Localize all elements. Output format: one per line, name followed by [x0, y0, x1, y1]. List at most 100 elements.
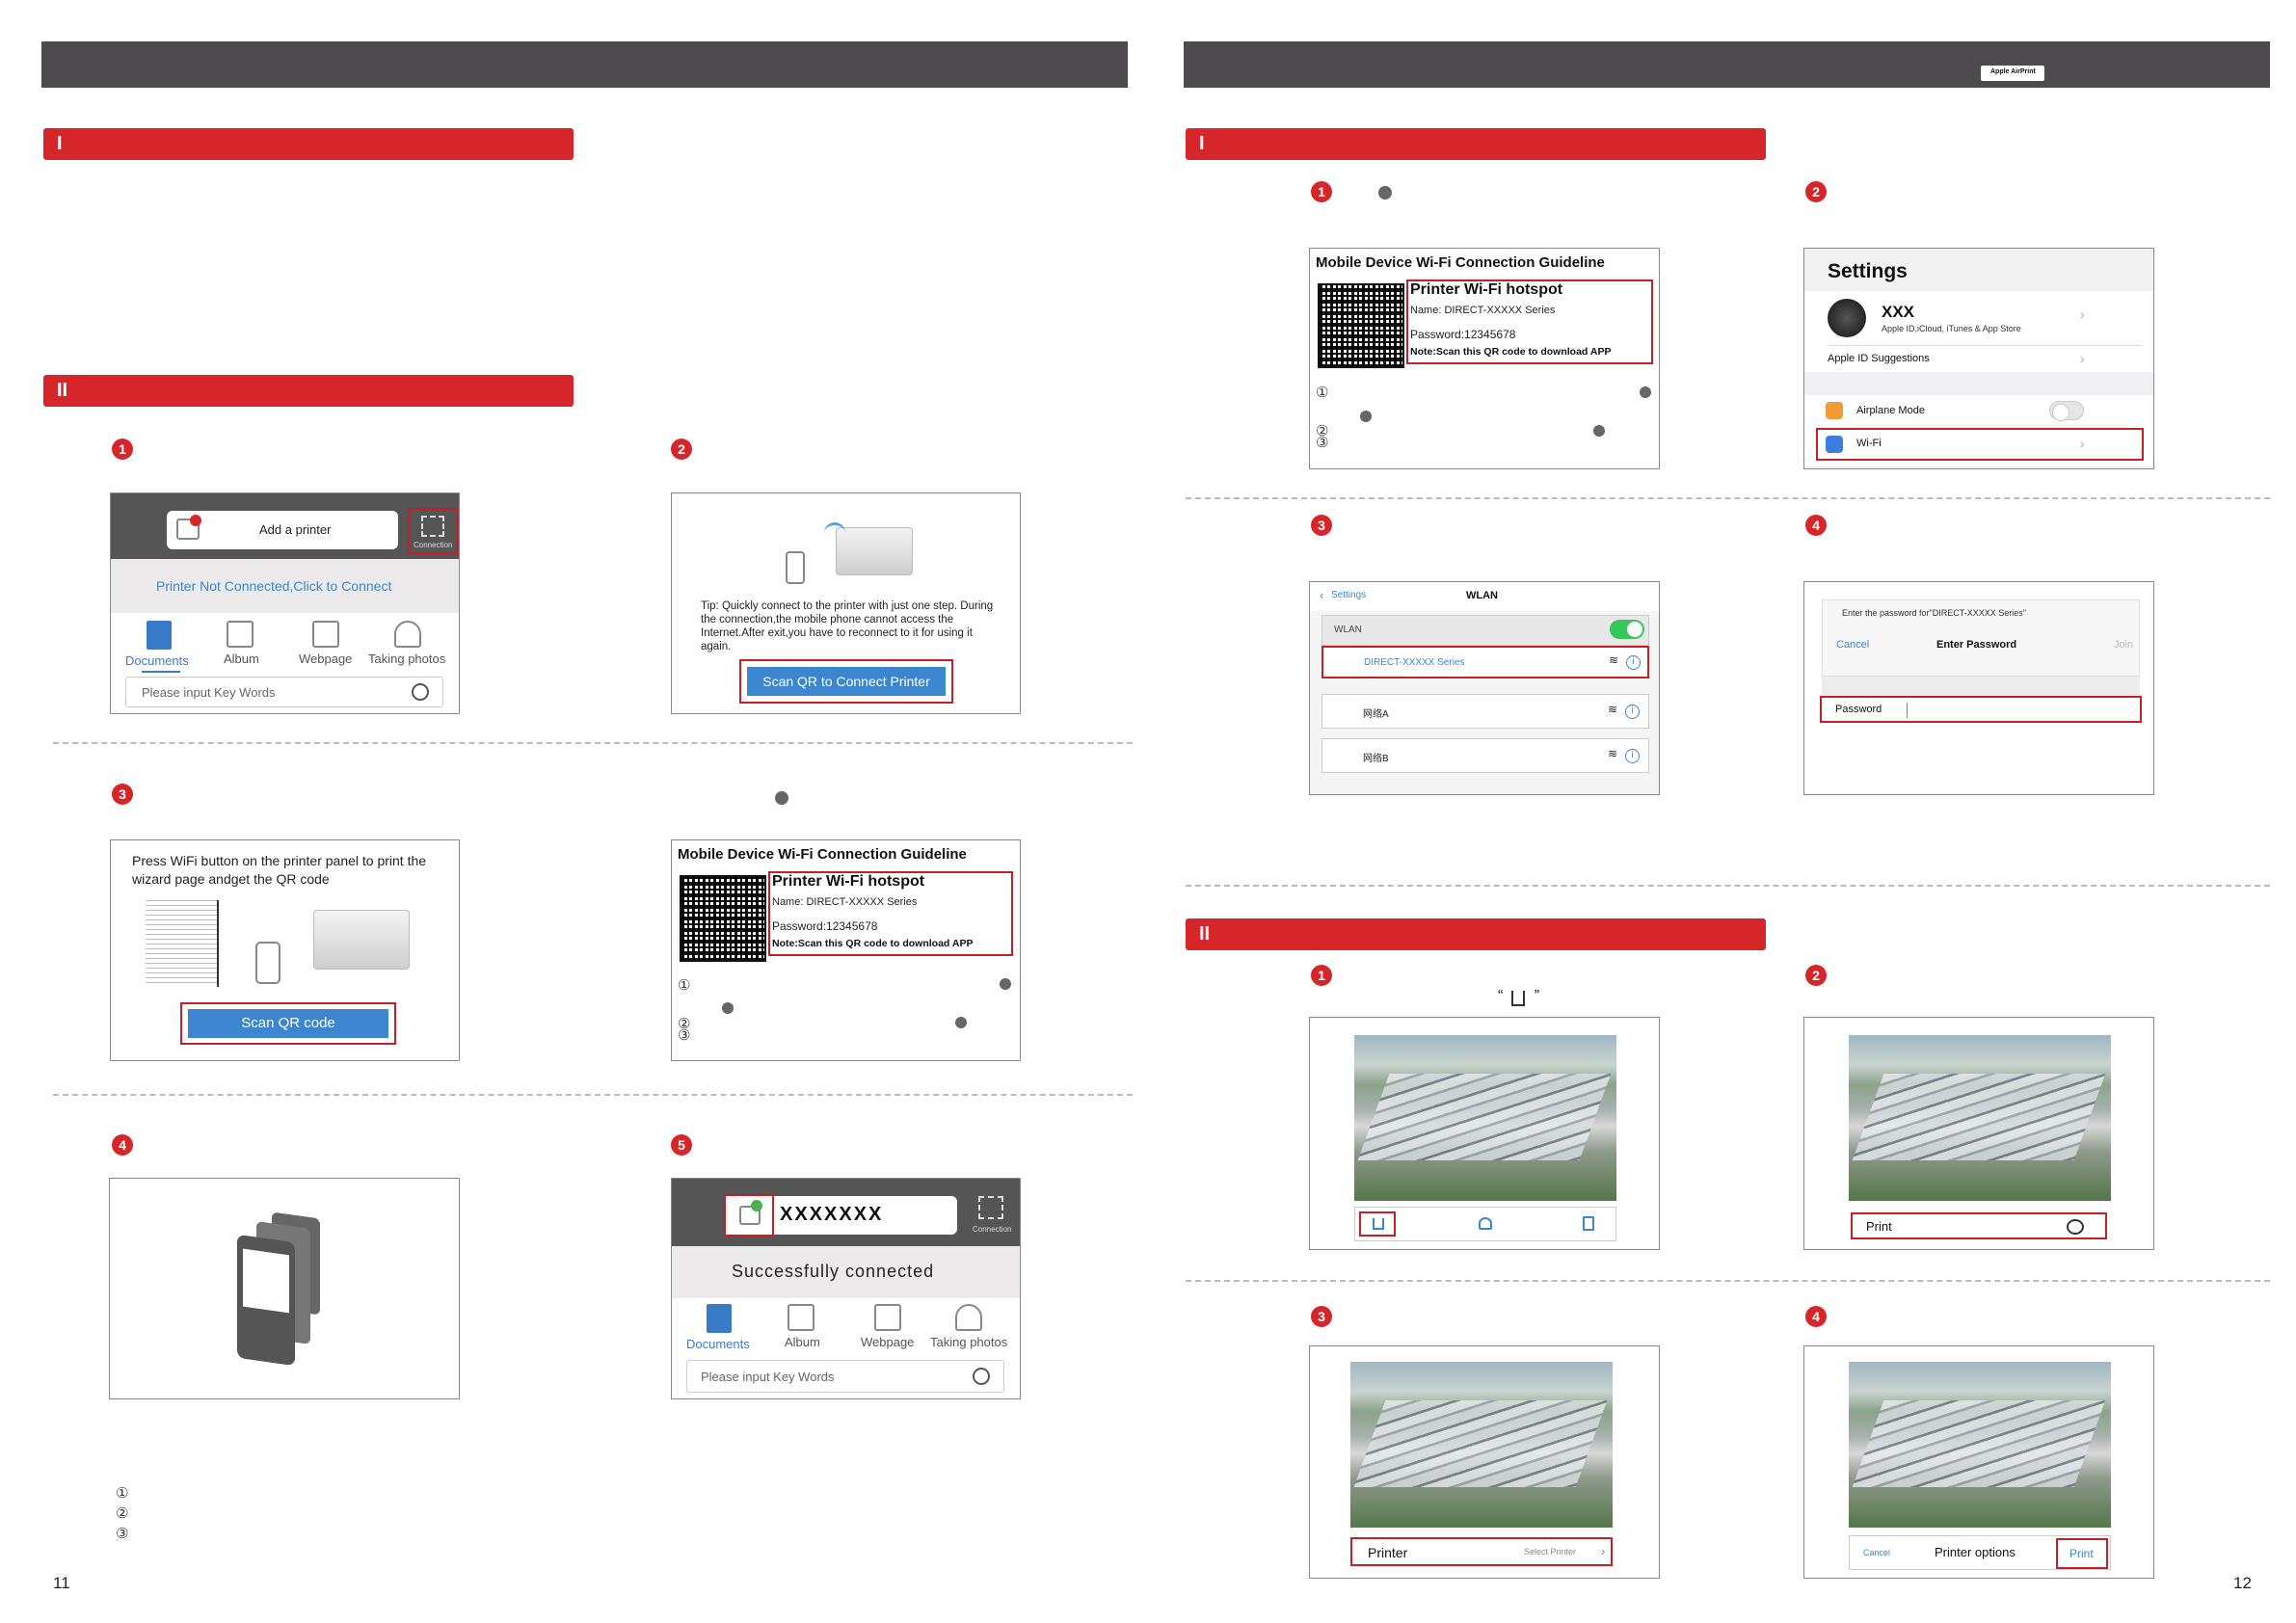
hotspot-note: Note:Scan this QR code to download APP — [1410, 346, 1612, 358]
wlan-toggle[interactable] — [1610, 620, 1644, 639]
guide-title: Mobile Device Wi-Fi Connection Guideline — [1316, 254, 1605, 271]
section-label: I — [57, 133, 63, 154]
select-printer-link[interactable]: Select Printer — [1524, 1547, 1576, 1556]
status-strip[interactable]: Printer Not Connected,Click to Connect — [111, 559, 459, 613]
factory-buildings — [1357, 1074, 1612, 1160]
step-number: 2 — [671, 439, 692, 460]
printer-status-icon-box[interactable] — [724, 1194, 774, 1237]
airplane-mode-toggle[interactable] — [2049, 401, 2084, 421]
network-row[interactable]: 网络B ≋ i — [1322, 738, 1649, 773]
wifi-icon — [722, 1002, 734, 1014]
phone-front — [237, 1234, 295, 1367]
webpage-icon[interactable] — [312, 621, 339, 648]
left-header-bar — [41, 41, 1128, 88]
album-icon[interactable] — [788, 1304, 814, 1331]
info-icon[interactable]: i — [1626, 655, 1641, 670]
cancel-button[interactable]: Cancel — [1836, 639, 1869, 651]
printer-name: XXXXXXX — [780, 1204, 884, 1225]
password-dialog-screen: Enter the password for"DIRECT-XXXXX Seri… — [1803, 581, 2154, 795]
webpage-icon[interactable] — [874, 1304, 901, 1331]
wifi-signal-icon: ≋ — [1608, 747, 1618, 760]
wifi-icon — [955, 1017, 967, 1028]
search-input[interactable]: Please input Key Words — [686, 1360, 1004, 1393]
tab-album[interactable]: Album — [224, 652, 259, 666]
factory-buildings — [1852, 1074, 2106, 1160]
connection-label: Connection — [973, 1225, 1012, 1234]
documents-icon[interactable] — [147, 621, 172, 650]
back-button[interactable]: Settings — [1331, 590, 1366, 600]
right-section-2-bar: II — [1186, 918, 1766, 950]
tab-taking-photos[interactable]: Taking photos — [930, 1335, 1007, 1349]
settings-header: Settings — [1804, 249, 2153, 291]
camera-icon[interactable] — [955, 1304, 982, 1331]
printer-select-row[interactable]: Printer Select Printer › — [1350, 1537, 1613, 1566]
connected-check-icon — [751, 1200, 762, 1211]
dialog-title: Enter Password — [1936, 639, 2017, 651]
scan-qr-connect-button[interactable]: Scan QR to Connect Printer — [747, 667, 946, 696]
search-icon[interactable] — [412, 683, 429, 701]
apple-id-suggestions[interactable]: Apple ID Suggestions — [1828, 353, 1930, 364]
trash-icon[interactable] — [1583, 1216, 1594, 1231]
add-printer-button[interactable]: Add a printer — [167, 511, 398, 549]
password-field[interactable]: Password — [1820, 696, 2142, 723]
section-label: I — [1199, 133, 1205, 154]
network-row[interactable]: 网络A ≋ i — [1322, 694, 1649, 729]
hotspot-note: Note:Scan this QR code to download APP — [772, 938, 974, 949]
step-number: 1 — [1311, 965, 1332, 986]
network-name: 网络A — [1363, 709, 1389, 720]
step-number: 3 — [1311, 1306, 1332, 1327]
hotspot-name: Name: DIRECT-XXXXX Series — [772, 896, 918, 908]
cancel-button[interactable]: Cancel — [1863, 1548, 1890, 1557]
app-top-bar: Add a printer Connection — [111, 493, 459, 559]
search-icon[interactable] — [973, 1368, 990, 1385]
join-button[interactable]: Join — [2114, 639, 2133, 651]
options-bar: Cancel Printer options Print — [1849, 1535, 2111, 1570]
info-icon[interactable]: i — [1625, 749, 1640, 763]
search-input[interactable]: Please input Key Words — [125, 677, 443, 707]
scan-qr-button[interactable]: Scan QR code — [188, 1009, 388, 1038]
connection-button[interactable]: Connection — [408, 508, 458, 554]
step-number: 4 — [112, 1134, 133, 1156]
factory-buildings — [1353, 1400, 1608, 1487]
camera-icon[interactable] — [394, 621, 421, 648]
info-icon[interactable]: i — [1625, 705, 1640, 719]
connected-status: Successfully connected — [732, 1262, 935, 1281]
print-row[interactable]: Print — [1851, 1212, 2107, 1239]
tab-documents[interactable]: Documents — [125, 653, 189, 668]
hotspot-password: Password:12345678 — [772, 919, 878, 933]
step-number: 1 — [1311, 181, 1332, 202]
tab-webpage[interactable]: Webpage — [861, 1335, 914, 1349]
share-quotes: “ ” — [1498, 988, 1554, 1004]
tab-taking-photos[interactable]: Taking photos — [368, 652, 445, 666]
section-label: II — [57, 380, 68, 401]
wizard-page-screen: Press WiFi button on the printer panel t… — [110, 839, 460, 1061]
settings-list: Airplane Mode Wi-Fi › — [1804, 395, 2153, 466]
scan-icon[interactable] — [978, 1196, 1003, 1219]
print-button-label: Print — [2069, 1547, 2094, 1560]
tab-webpage[interactable]: Webpage — [299, 652, 352, 666]
factory-photo — [1350, 1362, 1613, 1528]
right-header-bar: Apple AirPrint — [1184, 41, 2270, 88]
back-chevron-icon[interactable]: ‹ — [1320, 588, 1323, 602]
divider — [53, 1094, 1133, 1096]
tab-album[interactable]: Album — [785, 1335, 820, 1349]
instruction-text: Press WiFi button on the printer panel t… — [132, 853, 427, 887]
airprint-badge: Apple AirPrint — [1981, 66, 2044, 81]
wifi-row-highlight[interactable]: Wi-Fi › — [1816, 428, 2144, 461]
step-number: 2 — [1805, 965, 1827, 986]
step-number: 2 — [1805, 181, 1827, 202]
documents-icon[interactable] — [707, 1304, 732, 1333]
apple-id-card[interactable]: XXX Apple ID,iCloud, iTunes & App Store … — [1804, 291, 2153, 372]
step-number: 1 — [112, 439, 133, 460]
network-row-selected[interactable]: DIRECT-XXXXX Series ≋ i — [1322, 646, 1649, 678]
tab-documents[interactable]: Documents — [686, 1337, 750, 1351]
print-button[interactable]: Print — [2056, 1538, 2108, 1569]
phone-screen — [243, 1248, 289, 1314]
scan-icon — [421, 516, 444, 537]
tip-text: Tip: Quickly connect to the printer with… — [701, 600, 994, 652]
album-icon[interactable] — [227, 621, 254, 648]
share-button[interactable] — [1359, 1211, 1396, 1237]
heart-icon[interactable] — [1479, 1217, 1492, 1230]
divider — [1186, 1280, 2270, 1282]
wifi-signal-icon: ≋ — [1609, 653, 1619, 667]
